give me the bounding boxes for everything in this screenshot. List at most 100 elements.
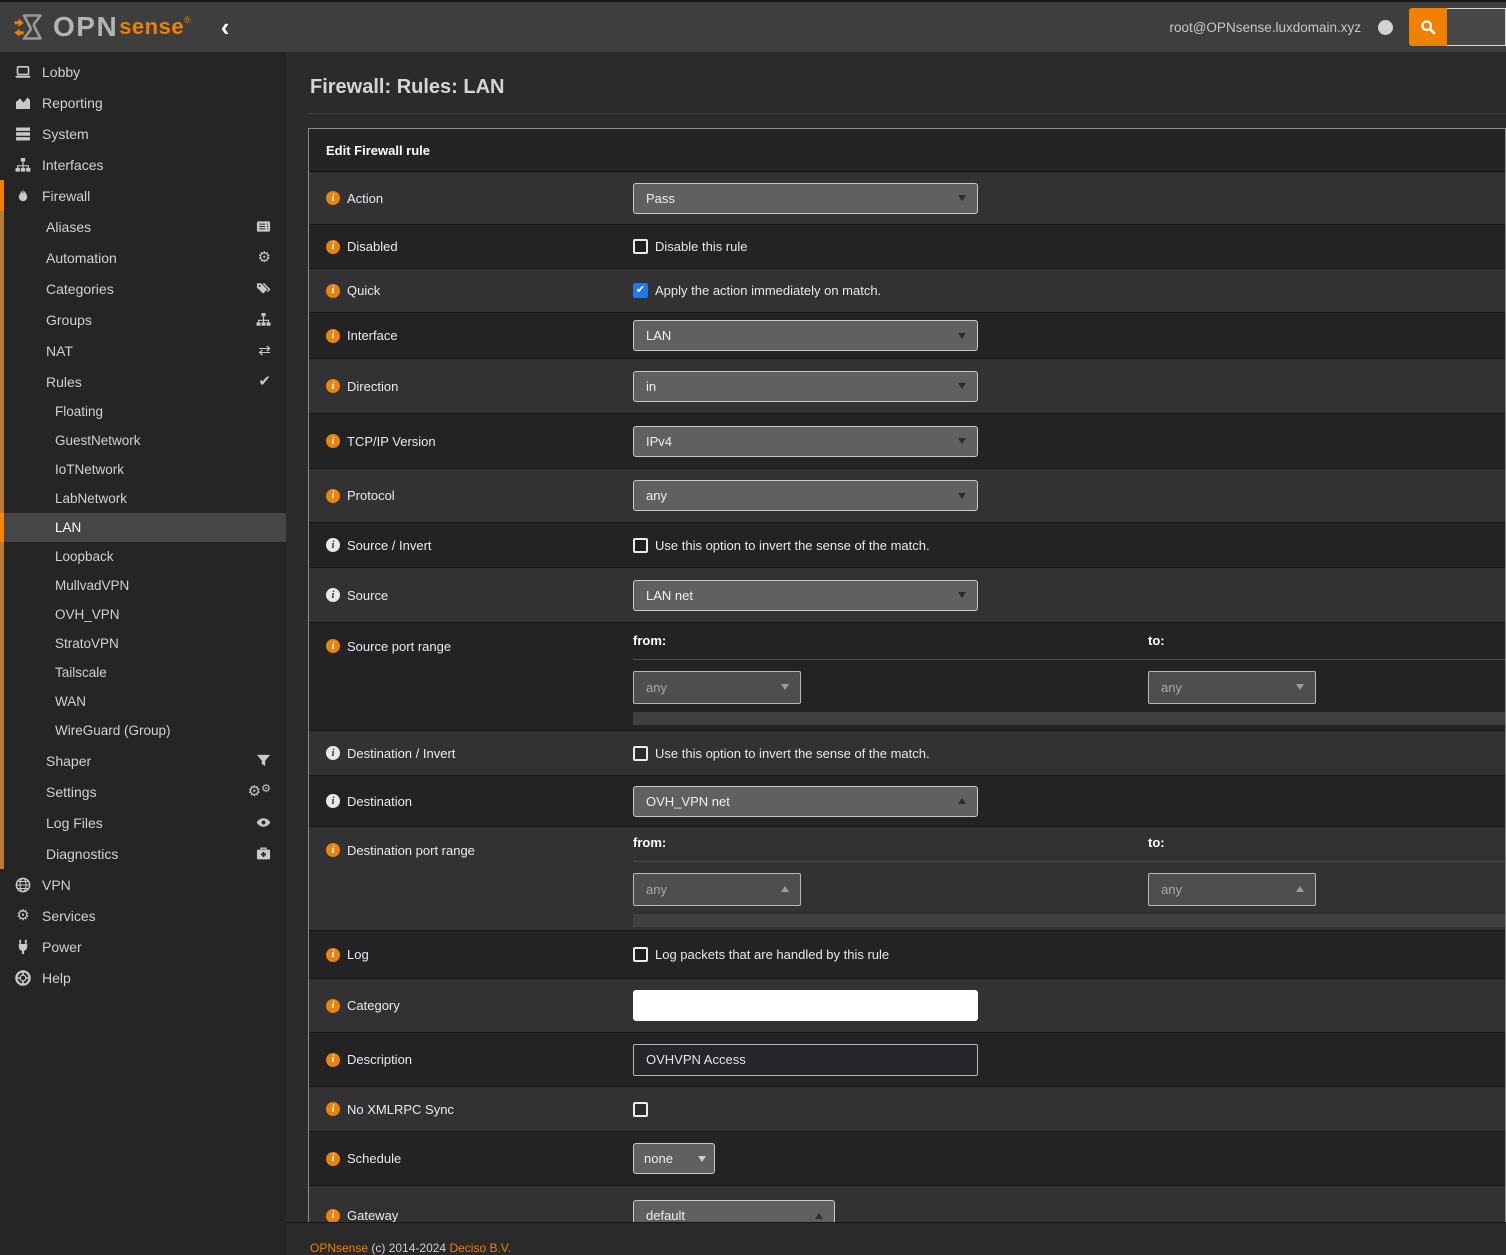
sidebar-item-services[interactable]: ⚙Services	[0, 900, 286, 931]
sidebar-item-ovh-vpn[interactable]: OVH_VPN	[4, 600, 286, 629]
info-icon[interactable]: i	[326, 746, 340, 760]
sidebar-item-help[interactable]: Help	[0, 962, 286, 993]
list-icon	[256, 219, 271, 234]
sidebar-item-shaper[interactable]: Shaper	[4, 745, 286, 776]
info-icon[interactable]: i	[326, 434, 340, 448]
sidebar-item-label: WireGuard (Group)	[55, 723, 171, 738]
horizontal-scrollbar[interactable]	[633, 914, 1505, 927]
sidebar-item-label: Power	[42, 939, 82, 955]
sidebar-item-firewall[interactable]: Firewall	[0, 180, 286, 211]
sidebar-item-power[interactable]: Power	[0, 931, 286, 962]
info-icon[interactable]: i	[326, 639, 340, 653]
protocol-select[interactable]: any	[633, 480, 978, 511]
brand-opn-text: OPN	[53, 11, 118, 43]
action-select[interactable]: Pass	[633, 183, 978, 214]
sidebar-item-reporting[interactable]: Reporting	[0, 87, 286, 118]
gateway-select[interactable]: default	[633, 1200, 835, 1222]
sidebar-item-label: Rules	[46, 374, 82, 390]
quick-checkbox[interactable]: ✔	[633, 283, 648, 298]
chevron-up-icon	[958, 798, 966, 804]
plug-icon	[14, 939, 32, 955]
info-icon[interactable]: i	[326, 843, 340, 857]
deciso-footer-link[interactable]: Deciso B.V.	[449, 1241, 511, 1255]
description-input[interactable]: OVHVPN Access	[633, 1044, 978, 1076]
info-icon[interactable]: i	[326, 538, 340, 552]
info-icon[interactable]: i	[326, 191, 340, 205]
sidebar-item-interfaces[interactable]: Interfaces	[0, 149, 286, 180]
field-label-text: Source / Invert	[347, 538, 432, 553]
sidebar-item-lan[interactable]: LAN	[0, 513, 286, 542]
info-icon[interactable]: i	[326, 1102, 340, 1116]
to-column-header: to:	[1148, 633, 1165, 648]
info-icon[interactable]: i	[326, 240, 340, 254]
sidebar-item-system[interactable]: System	[0, 118, 286, 149]
firewall-submenu: AliasesAutomation⚙CategoriesGroupsNAT⇄Ru…	[0, 211, 286, 869]
search-button[interactable]	[1409, 8, 1447, 46]
schedule-select[interactable]: none	[633, 1143, 715, 1174]
copyright-text: (c) 2014-2024	[371, 1241, 446, 1255]
source-invert-checkbox[interactable]	[633, 538, 648, 553]
sidebar-item-nat[interactable]: NAT⇄	[4, 335, 286, 366]
sidebar-item-automation[interactable]: Automation⚙	[4, 242, 286, 273]
source-port-range-to-select[interactable]: any	[1148, 671, 1316, 704]
eye-icon	[256, 815, 271, 830]
sidebar-item-log-files[interactable]: Log Files	[4, 807, 286, 838]
destination-select[interactable]: OVH_VPN net	[633, 786, 978, 817]
sidebar-item-wireguard-group[interactable]: WireGuard (Group)	[4, 716, 286, 745]
info-icon[interactable]: i	[326, 284, 340, 298]
sidebar-item-guestnetwork[interactable]: GuestNetwork	[4, 426, 286, 455]
disabled-checkbox[interactable]	[633, 239, 648, 254]
interface-select[interactable]: LAN	[633, 320, 978, 351]
opnsense-footer-link[interactable]: OPNsense	[310, 1241, 368, 1255]
search-input[interactable]	[1447, 8, 1506, 46]
form-row-destination-invert: iDestination / InvertUse this option to …	[309, 731, 1505, 776]
destination-port-range-to-select[interactable]: any	[1148, 873, 1316, 906]
sidebar-item-tailscale[interactable]: Tailscale	[4, 658, 286, 687]
log-checkbox[interactable]	[633, 947, 648, 962]
check-icon: ✔	[258, 374, 271, 389]
sidebar-item-wan[interactable]: WAN	[4, 687, 286, 716]
direction-select[interactable]: in	[633, 371, 978, 402]
tcpip-version-select[interactable]: IPv4	[633, 426, 978, 457]
sidebar-item-label: OVH_VPN	[55, 607, 120, 622]
sidebar-item-floating[interactable]: Floating	[4, 397, 286, 426]
field-control-area: any	[633, 469, 1505, 522]
sidebar-item-diagnostics[interactable]: Diagnostics	[4, 838, 286, 869]
sidebar-item-labnetwork[interactable]: LabNetwork	[4, 484, 286, 513]
sidebar-item-settings[interactable]: Settings⚙⚙	[4, 776, 286, 807]
source-port-range-from-select[interactable]: any	[633, 671, 801, 704]
sidebar-item-vpn[interactable]: VPN	[0, 869, 286, 900]
opnsense-logo[interactable]: OPNsense®	[13, 9, 191, 45]
sidebar-item-stratovpn[interactable]: StratoVPN	[4, 629, 286, 658]
info-icon[interactable]: i	[326, 329, 340, 343]
info-icon[interactable]: i	[326, 999, 340, 1013]
sidebar-item-aliases[interactable]: Aliases	[4, 211, 286, 242]
form-row-destination: iDestinationOVH_VPN net	[309, 776, 1505, 827]
info-icon[interactable]: i	[326, 489, 340, 503]
sidebar-item-lobby[interactable]: Lobby	[0, 56, 286, 87]
category-input[interactable]	[633, 990, 978, 1021]
info-icon[interactable]: i	[326, 588, 340, 602]
cog-icon: ⚙	[258, 250, 271, 265]
quick-checkbox-label: Apply the action immediately on match.	[655, 283, 881, 298]
sidebar-item-groups[interactable]: Groups	[4, 304, 286, 335]
tcpip-version-selected-value: IPv4	[646, 434, 672, 449]
info-icon[interactable]: i	[326, 379, 340, 393]
form-row-source: iSourceLAN net	[309, 568, 1505, 623]
destination-port-range-from-select[interactable]: any	[633, 873, 801, 906]
info-icon[interactable]: i	[326, 794, 340, 808]
sidebar-item-rules[interactable]: Rules ✔	[4, 366, 286, 397]
info-icon[interactable]: i	[326, 948, 340, 962]
sidebar-item-iotnetwork[interactable]: IoTNetwork	[4, 455, 286, 484]
source-select[interactable]: LAN net	[633, 580, 978, 611]
no-xmlrpc-sync-checkbox[interactable]	[633, 1102, 648, 1117]
sidebar-item-categories[interactable]: Categories	[4, 273, 286, 304]
info-icon[interactable]: i	[326, 1152, 340, 1166]
info-icon[interactable]: i	[326, 1053, 340, 1067]
sidebar-item-mullvadvpn[interactable]: MullvadVPN	[4, 571, 286, 600]
sidebar-item-loopback[interactable]: Loopback	[4, 542, 286, 571]
info-icon[interactable]: i	[326, 1209, 340, 1223]
horizontal-scrollbar[interactable]	[633, 712, 1505, 725]
destination-invert-checkbox[interactable]	[633, 746, 648, 761]
field-label: iNo XMLRPC Sync	[309, 1087, 633, 1131]
